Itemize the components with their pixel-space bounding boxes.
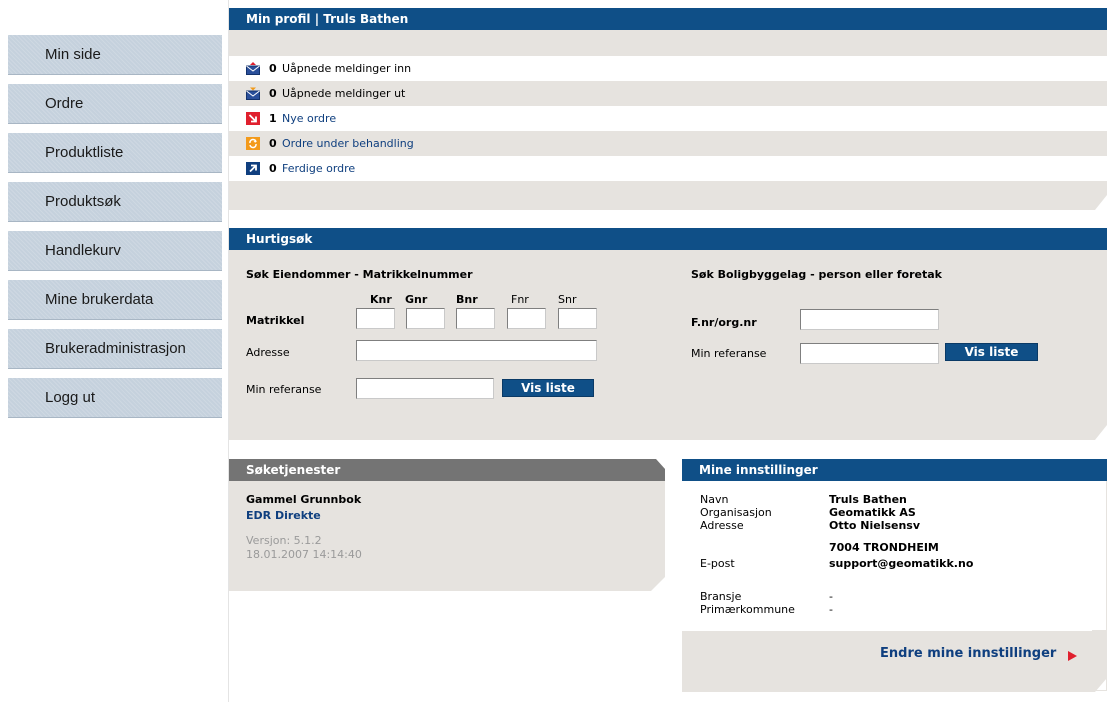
envelope-out-icon [246,87,260,100]
order-count: 0 [269,137,277,150]
property-search-heading: Søk Eiendommer - Matrikkelnummer [246,268,473,281]
reference-label-right: Min referanse [691,347,767,360]
name-value: Truls Bathen [829,493,907,506]
matrikkel-label: Matrikkel [246,314,305,327]
col-gnr-label: Gnr [405,293,428,306]
municipality-value: - [829,603,833,616]
fnr-org-input[interactable] [800,309,939,330]
nav-item-logg-ut[interactable]: Logg ut [8,378,222,418]
fnr-input[interactable] [507,308,546,329]
reference-input-right[interactable] [800,343,939,364]
nav-item-min-side[interactable]: Min side [8,35,222,75]
build-date-text: 18.01.2007 14:14:40 [246,548,362,561]
nav-item-produktsok[interactable]: Produktsøk [8,182,222,222]
arrow-right-icon [1068,650,1078,661]
nav-item-mine-brukerdata[interactable]: Mine brukerdata [8,280,222,320]
side-navigation: Min side Ordre Produktliste Produktsøk H… [8,35,222,427]
order-link[interactable]: Ferdige ordre [282,162,355,175]
address-line2-value: 7004 TRONDHEIM [829,541,939,554]
reference-label: Min referanse [246,383,322,396]
order-processing-icon [246,137,260,150]
message-row-inbox[interactable]: 0 Uåpnede meldinger inn [229,56,1107,81]
services-title: Søketjenester [246,463,341,477]
municipality-label: Primærkommune [700,603,795,616]
snr-input[interactable] [558,308,597,329]
show-list-button[interactable]: Vis liste [502,379,594,397]
industry-label: Bransje [700,590,742,603]
knr-input[interactable] [356,308,395,329]
message-label: Uåpnede meldinger ut [282,87,406,100]
reference-input[interactable] [356,378,494,399]
address-line1-value: Otto Nielsensv [829,519,921,532]
col-bnr-label: Bnr [456,293,478,306]
new-order-icon [246,112,260,125]
order-count: 0 [269,162,277,175]
organization-label: Organisasjon [700,506,772,519]
nav-item-handlekurv[interactable]: Handlekurv [8,231,222,271]
message-count: 0 [269,87,277,100]
quicksearch-title: Hurtigsøk [246,232,313,246]
bnr-input[interactable] [456,308,495,329]
quicksearch-header: Hurtigsøk [229,228,1107,250]
col-fnr-label: Fnr [511,293,529,306]
settings-title: Mine innstillinger [699,463,818,477]
old-land-register-label: Gammel Grunnbok [246,493,362,506]
adresse-label: Adresse [246,346,290,359]
settings-header: Mine innstillinger [682,459,1107,481]
order-row-finished[interactable]: 0 Ferdige ordre [229,156,1107,181]
edit-settings-label: Endre mine innstillinger [880,646,1057,661]
industry-value: - [829,590,833,603]
message-label: Uåpnede meldinger inn [282,62,412,75]
address-label: Adresse [700,519,744,532]
nav-item-brukeradministrasjon[interactable]: Brukeradministrasjon [8,329,222,369]
order-link[interactable]: Ordre under behandling [282,137,414,150]
housing-search-heading: Søk Boligbyggelag - person eller foretak [691,268,942,281]
gnr-input[interactable] [406,308,445,329]
envelope-in-icon [246,62,260,75]
email-label: E-post [700,557,735,570]
profile-header: Min profil | Truls Bathen [229,8,1107,30]
order-finished-icon [246,162,260,175]
email-value: support@geomatikk.no [829,557,974,570]
adresse-input[interactable] [356,340,597,361]
order-link[interactable]: Nye ordre [282,112,336,125]
edr-direct-link[interactable]: EDR Direkte [246,509,321,522]
name-label: Navn [700,493,729,506]
order-row-new[interactable]: 1 Nye ordre [229,106,1107,131]
nav-item-produktliste[interactable]: Produktliste [8,133,222,173]
col-snr-label: Snr [558,293,577,306]
organization-value: Geomatikk AS [829,506,916,519]
col-knr-label: Knr [370,293,392,306]
message-row-outbox[interactable]: 0 Uåpnede meldinger ut [229,81,1107,106]
fnr-org-label: F.nr/org.nr [691,316,757,329]
order-count: 1 [269,112,277,125]
settings-footer [682,630,1107,692]
order-row-processing[interactable]: 0 Ordre under behandling [229,131,1107,156]
profile-title: Min profil | Truls Bathen [246,12,409,26]
edit-settings-link[interactable]: Endre mine innstillinger [880,646,1078,661]
nav-item-ordre[interactable]: Ordre [8,84,222,124]
show-list-button-right[interactable]: Vis liste [945,343,1038,361]
message-count: 0 [269,62,277,75]
services-header: Søketjenester [229,459,665,481]
version-text: Versjon: 5.1.2 [246,534,322,547]
